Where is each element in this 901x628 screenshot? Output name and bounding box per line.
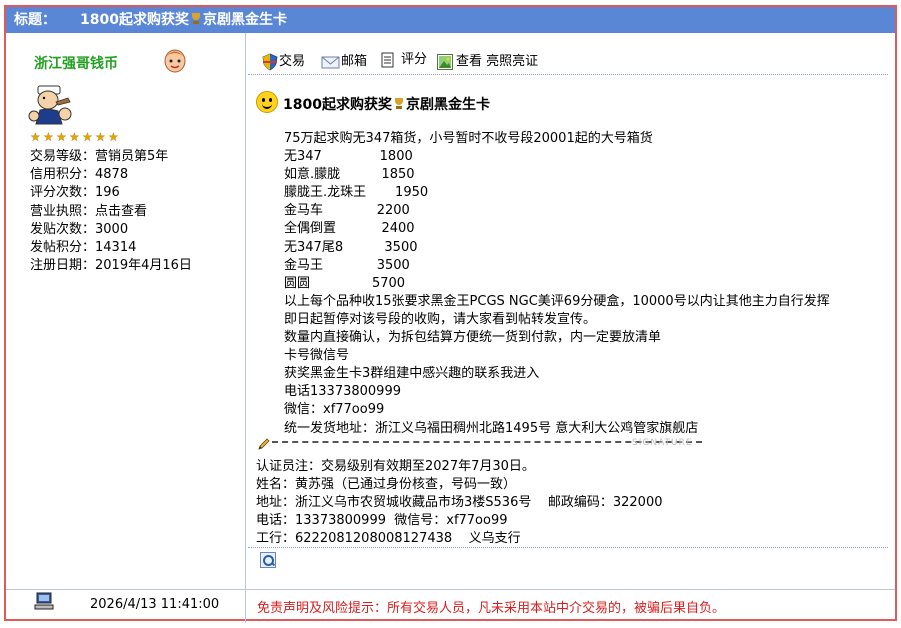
footer-divider — [6, 589, 895, 590]
divider — [248, 74, 888, 75]
thread-title[interactable]: 1800起求购获奖 京剧黑金生卡 — [80, 7, 287, 33]
info-row-level: 交易等级：营销员第5年 — [30, 149, 169, 164]
post-datetime: 2026/4/13 11:41:00 — [90, 597, 220, 612]
pencil-icon — [258, 438, 270, 450]
picture-icon — [437, 53, 453, 70]
post-line: 统一发货地址：浙江义乌福田稠州北路1495号 意大利大公鸡管家旗舰店 — [284, 420, 699, 436]
info-row-rating-count: 评分次数：196 — [30, 185, 120, 201]
cert-line: 工行：6222081208008127438 义乌支行 — [256, 531, 521, 547]
trophy-icon — [394, 98, 404, 110]
star-icon: ★ — [108, 130, 119, 144]
post-line: 电话13373800999 — [284, 384, 401, 400]
star-icon: ★ — [95, 130, 106, 144]
rate-button[interactable]: 评分 — [381, 50, 427, 70]
post-title: 1800起求购获奖 京剧黑金生卡 — [283, 97, 490, 113]
title-label: 标题： — [14, 12, 56, 28]
star-icon: ★ — [56, 130, 67, 144]
mail-icon — [321, 56, 340, 68]
license-link[interactable]: 点击查看 — [95, 204, 147, 219]
post-line: 圆圆 5700 — [284, 275, 406, 291]
post-line: 全偶倒置 2400 — [284, 221, 415, 237]
cert-line: 姓名：黄苏强（已通过身份核查，号码一致） — [256, 477, 517, 493]
star-icon: ★ — [43, 130, 54, 144]
shield-icon — [262, 53, 278, 70]
post-line: 金马王 3500 — [284, 257, 410, 273]
mail-button[interactable]: 邮箱 — [321, 52, 367, 72]
disclaimer-text: 免责声明及风险提示：所有交易人员，凡未采用本站中介交易的，被骗后果自负。 — [257, 601, 726, 616]
post-line: 微信：xf77oo99 — [284, 402, 385, 418]
column-divider — [245, 33, 246, 623]
post-line: 无347尾8 3500 — [284, 239, 418, 255]
signature-mark: SIGNATURE — [632, 438, 693, 448]
computer-icon — [34, 592, 54, 610]
author-name[interactable]: 浙江强哥钱币 — [34, 53, 118, 73]
cert-line: 地址：浙江义乌市农贸城收藏品市场3楼S536号 邮政编码：322000 — [256, 495, 663, 511]
cert-line: 认证员注：交易级别有效期至2027年7月30日。 — [256, 459, 535, 474]
avatar — [28, 85, 72, 125]
view-license-button[interactable]: 查看 亮照亮证 — [437, 52, 538, 72]
rating-stars: ★ ★ ★ ★ ★ ★ ★ — [30, 130, 121, 144]
trade-button[interactable]: 交易 — [261, 52, 305, 72]
thread-title-part2: 京剧黑金生卡 — [202, 12, 287, 28]
post-line: 即日起暂停对该号段的收购，请大家看到帖转发宣传。 — [284, 311, 597, 327]
user-info: 交易等级：营销员第5年 信用积分：4878 评分次数：196 营业执照：点击查看… — [30, 148, 192, 275]
trophy-icon — [191, 13, 201, 25]
post-line: 以上每个品种收15张要求黑金王PCGS NGC美评69分硬盒，10000号以内让… — [284, 293, 830, 309]
info-row-register-date: 注册日期：2019年4月16日 — [30, 258, 192, 274]
title-bar: 标题： 1800起求购获奖 京剧黑金生卡 — [6, 7, 895, 33]
post-body: 75万起求购无347箱货，小号暂时不收号段20001起的大号箱货 无347 18… — [284, 130, 830, 438]
post-line: 无347 1800 — [284, 149, 413, 165]
star-icon: ★ — [82, 130, 93, 144]
post-line: 金马车 2200 — [284, 203, 410, 219]
info-row-license[interactable]: 营业执照：点击查看 — [30, 203, 192, 221]
divider — [248, 547, 888, 548]
post-line: 75万起求购无347箱货，小号暂时不收号段20001起的大号箱货 — [284, 131, 653, 146]
info-row-points: 发帖积分：14314 — [30, 240, 137, 256]
star-icon: ★ — [30, 130, 41, 144]
post-line: 数量内直接确认，为拆包结算方便统一货到付款，内一定要放清单 — [284, 330, 662, 346]
post-line: 朦胧王.龙珠王 1950 — [284, 185, 429, 201]
user-face-icon — [164, 49, 186, 73]
post-line: 获奖黑金生卡3群组建中感兴趣的联系我进入 — [284, 366, 540, 382]
info-row-posts: 发贴次数：3000 — [30, 221, 129, 237]
star-icon: ★ — [69, 130, 80, 144]
cert-line: 电话：13373800999 微信号：xf77oo99 — [256, 513, 508, 529]
document-icon — [381, 52, 394, 67]
thread-title-part1: 1800起求购获奖 — [80, 12, 189, 28]
info-row-credit: 信用积分：4878 — [30, 167, 129, 183]
smiley-icon — [256, 91, 278, 113]
post-line: 如意.朦胧 1850 — [284, 167, 415, 183]
post-line: 卡号微信号 — [284, 348, 350, 364]
magnifier-icon[interactable] — [260, 552, 276, 568]
certification-info: 认证员注：交易级别有效期至2027年7月30日。 姓名：黄苏强（已通过身份核查，… — [256, 458, 663, 548]
